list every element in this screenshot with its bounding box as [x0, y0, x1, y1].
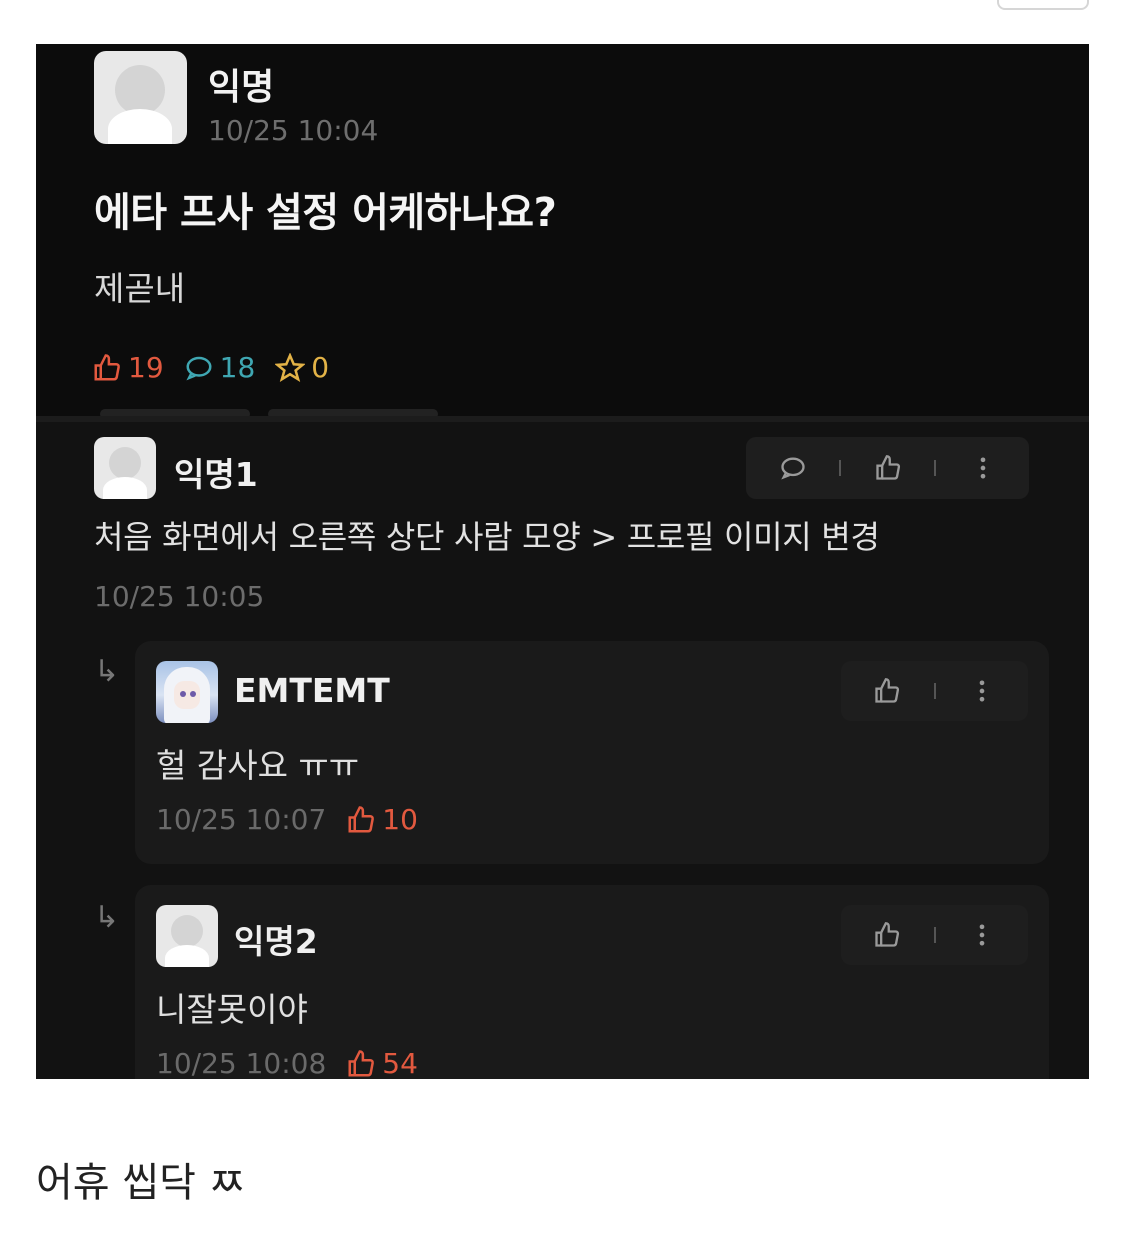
thumbs-up-icon [875, 455, 900, 480]
post-scrap-value: 0 [311, 351, 330, 384]
separator [933, 927, 936, 943]
more-vertical-icon [979, 680, 985, 702]
post-like-value: 19 [128, 351, 164, 384]
reply-action-bar [841, 905, 1028, 965]
post-time: 10/25 10:04 [208, 114, 379, 147]
more-vertical-icon [980, 457, 985, 479]
embedded-screenshot: 익명 10/25 10:04 에타 프사 설정 어케하나요? 제곧내 19 18… [36, 44, 1089, 1079]
post-body: 제곧내 [94, 269, 186, 308]
comment-list: 익명1 처음 화면에서 오른쪽 상단 사람 모양 > 프로필 이미지 변경 10… [36, 422, 1089, 1079]
more-vertical-icon [979, 924, 985, 946]
separator [934, 460, 936, 476]
thumbs-up-icon [875, 922, 900, 947]
star-icon [275, 352, 306, 382]
more-button[interactable] [962, 671, 1002, 711]
post-avatar [94, 51, 187, 144]
thumbs-up-icon [348, 805, 375, 832]
top-button-stub [997, 0, 1089, 10]
reply-text: 헐 감사요 ㅠㅠ [156, 746, 360, 785]
thumbs-up-icon [348, 1049, 375, 1076]
reply-button[interactable] [773, 448, 813, 488]
reply-like-count: 10 [346, 803, 418, 836]
reply-text: 니잘못이야 [156, 990, 308, 1029]
post-author: 익명 [208, 67, 275, 108]
reply-item: EMTEMT 헐 감사요 ㅠㅠ 10/25 10:07 10 [135, 641, 1049, 864]
reply-like-count: 54 [346, 1047, 418, 1079]
reply-avatar [156, 661, 218, 723]
speech-bubble-icon [780, 457, 805, 480]
post-stats: 19 18 0 [92, 351, 349, 384]
comment-time: 10/25 10:05 [94, 580, 265, 613]
post-scrap-count: 0 [275, 351, 329, 384]
speech-bubble-icon [186, 356, 212, 380]
separator [933, 683, 936, 699]
reply-arrow-icon: ↳ [94, 654, 120, 689]
more-button[interactable] [963, 448, 1003, 488]
separator [839, 460, 841, 476]
comment-action-bar [746, 437, 1029, 499]
post-title: 에타 프사 설정 어케하나요? [94, 190, 557, 236]
reply-like-value: 10 [382, 803, 418, 836]
reply-avatar [156, 905, 218, 967]
reply-item: 익명2 니잘못이야 10/25 10:08 54 [135, 885, 1049, 1079]
reply-like-value: 54 [382, 1047, 418, 1079]
post-comment-count: 18 [184, 351, 256, 384]
post-comment-value: 18 [219, 351, 256, 384]
thumbs-up-icon [94, 353, 120, 380]
comment-text: 처음 화면에서 오른쪽 상단 사람 모양 > 프로필 이미지 변경 [94, 518, 880, 556]
reply-author: 익명2 [234, 922, 318, 961]
like-button[interactable] [867, 671, 907, 711]
comment-author: 익명1 [174, 455, 258, 494]
post: 익명 10/25 10:04 에타 프사 설정 어케하나요? 제곧내 19 18… [36, 44, 1089, 416]
reply-meta: 10/25 10:08 54 [156, 1047, 418, 1079]
reply-time: 10/25 10:07 [156, 803, 327, 836]
reply-author: EMTEMT [234, 671, 390, 710]
thumbs-up-icon [875, 678, 900, 703]
reply-time: 10/25 10:08 [156, 1047, 327, 1079]
comment-avatar [94, 437, 156, 499]
more-button[interactable] [962, 915, 1002, 955]
post-like-count: 19 [92, 351, 164, 384]
post-caption: 어휴 씹닥 ㅉ [36, 1160, 246, 1206]
reply-action-bar [841, 661, 1028, 721]
like-button[interactable] [867, 915, 907, 955]
like-button[interactable] [868, 448, 908, 488]
reply-meta: 10/25 10:07 10 [156, 803, 418, 836]
reply-arrow-icon: ↳ [94, 900, 120, 935]
